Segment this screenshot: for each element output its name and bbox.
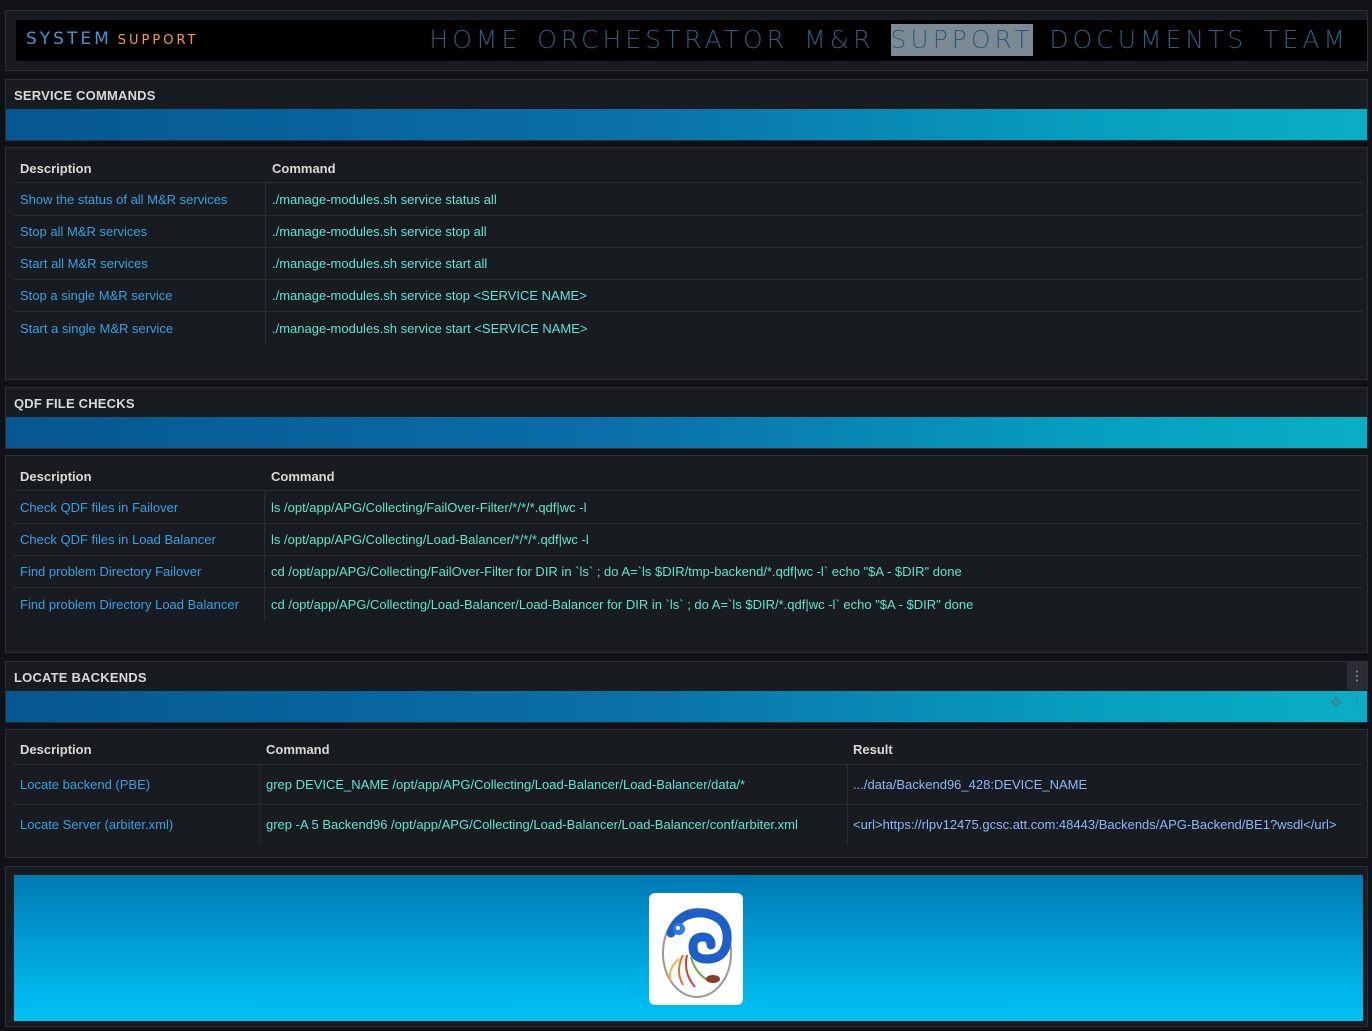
row-description[interactable]: Locate Server (arbiter.xml) [20,805,173,844]
section-band: ✥ ⋮ [6,691,1367,722]
column-header-description: Description [20,742,92,757]
column-header-command: Command [266,742,330,757]
nav-home[interactable]: HOME [429,24,521,56]
nav-support[interactable]: SUPPORT [890,24,1034,56]
row-command: ./manage-modules.sh service stop all [272,224,487,239]
row-result: <url>https://rlpv12475.gcsc.att.com:4844… [853,817,1337,832]
column-header-command: Command [272,161,336,176]
column-header-description: Description [20,161,92,176]
table-row: Start all M&R services ./manage-modules.… [14,247,1363,279]
footer-panel [5,866,1368,1027]
row-description[interactable]: Locate backend (PBE) [20,765,150,804]
chameleon-logo [649,893,743,1005]
table-row: Stop all M&R services ./manage-modules.s… [14,215,1363,247]
row-command: ls /opt/app/APG/Collecting/FailOver-Filt… [271,499,587,515]
header-bar: SYSTEM SUPPORT HOME ORCHESTRATOR M&R SUPP… [16,20,1367,61]
row-description[interactable]: Find problem Directory Load Balancer [20,588,239,621]
table-row: Locate Server (arbiter.xml) grep -A 5 Ba… [14,804,1363,844]
table-row: Check QDF files in Load Balancer ls /opt… [14,523,1363,555]
row-description[interactable]: Stop a single M&R service [20,280,172,311]
column-header-description: Description [20,469,92,484]
top-nav: HOME ORCHESTRATOR M&R SUPPORT DOCUMENTS … [429,24,1349,56]
nav-team[interactable]: TEAM [1263,24,1349,56]
table-row: Find problem Directory Failover cd /opt/… [14,555,1363,587]
row-description[interactable]: Check QDF files in Failover [20,491,178,523]
section-title: LOCATE BACKENDS [14,670,147,685]
table-row: Check QDF files in Failover ls /opt/app/… [14,490,1363,523]
nav-mr[interactable]: M&R [804,24,874,56]
row-description[interactable]: Find problem Directory Failover [20,556,201,587]
table-row: Start a single M&R service ./manage-modu… [14,311,1363,345]
table-row: Locate backend (PBE) grep DEVICE_NAME /o… [14,764,1363,804]
nav-orchestrator[interactable]: ORCHESTRATOR [537,24,788,56]
table-row: Find problem Directory Load Balancer cd … [14,587,1363,621]
row-command: grep DEVICE_NAME /opt/app/APG/Collecting… [266,777,746,792]
row-command: cd /opt/app/APG/Collecting/FailOver-Filt… [271,564,962,579]
section-band [6,109,1367,140]
service-commands-header: SERVICE COMMANDS [5,79,1368,141]
vertical-dots-icon[interactable]: ⋮ [1347,662,1367,690]
row-command: grep -A 5 Backend96 /opt/app/APG/Collect… [266,817,798,832]
row-description[interactable]: Stop all M&R services [20,216,147,247]
header-panel: SYSTEM SUPPORT HOME ORCHESTRATOR M&R SUPP… [5,10,1368,71]
row-command: ./manage-modules.sh service status all [272,191,497,207]
vertical-dots-icon[interactable]: ⋮ [1351,694,1363,708]
nav-documents[interactable]: DOCUMENTS [1049,24,1247,56]
section-band [6,417,1367,448]
row-description[interactable]: Check QDF files in Load Balancer [20,524,216,555]
locate-backends-panel: Description Command Result Locate backen… [5,729,1368,858]
row-result: .../data/Backend96_428:DEVICE_NAME [853,777,1088,792]
locate-backends-header: LOCATE BACKENDS ⋮ ✥ ⋮ [5,661,1368,723]
table-row: Show the status of all M&R services ./ma… [14,182,1363,215]
column-header-command: Command [271,469,335,484]
qdf-checks-header: QDF FILE CHECKS [5,387,1368,449]
row-command: cd /opt/app/APG/Collecting/Load-Balancer… [271,597,974,612]
row-description[interactable]: Show the status of all M&R services [20,183,227,215]
section-title: QDF FILE CHECKS [14,396,135,411]
service-commands-panel: Description Command Show the status of a… [5,147,1368,380]
row-command: ls /opt/app/APG/Collecting/Load-Balancer… [271,532,589,547]
qdf-checks-panel: Description Command Check QDF files in F… [5,455,1368,653]
row-command: ./manage-modules.sh service start <SERVI… [272,321,588,336]
footer-banner [14,875,1363,1021]
row-command: ./manage-modules.sh service start all [272,256,488,271]
row-description[interactable]: Start all M&R services [20,248,148,279]
row-description[interactable]: Start a single M&R service [20,312,173,345]
section-title: SERVICE COMMANDS [14,88,156,103]
column-header-result: Result [853,742,893,757]
brand-support: SUPPORT [117,33,199,48]
move-icon[interactable]: ✥ [1330,694,1342,711]
brand-system: SYSTEM [26,29,112,49]
row-command: ./manage-modules.sh service stop <SERVIC… [272,288,587,303]
table-row: Stop a single M&R service ./manage-modul… [14,279,1363,311]
brand: SYSTEM SUPPORT [26,29,198,49]
